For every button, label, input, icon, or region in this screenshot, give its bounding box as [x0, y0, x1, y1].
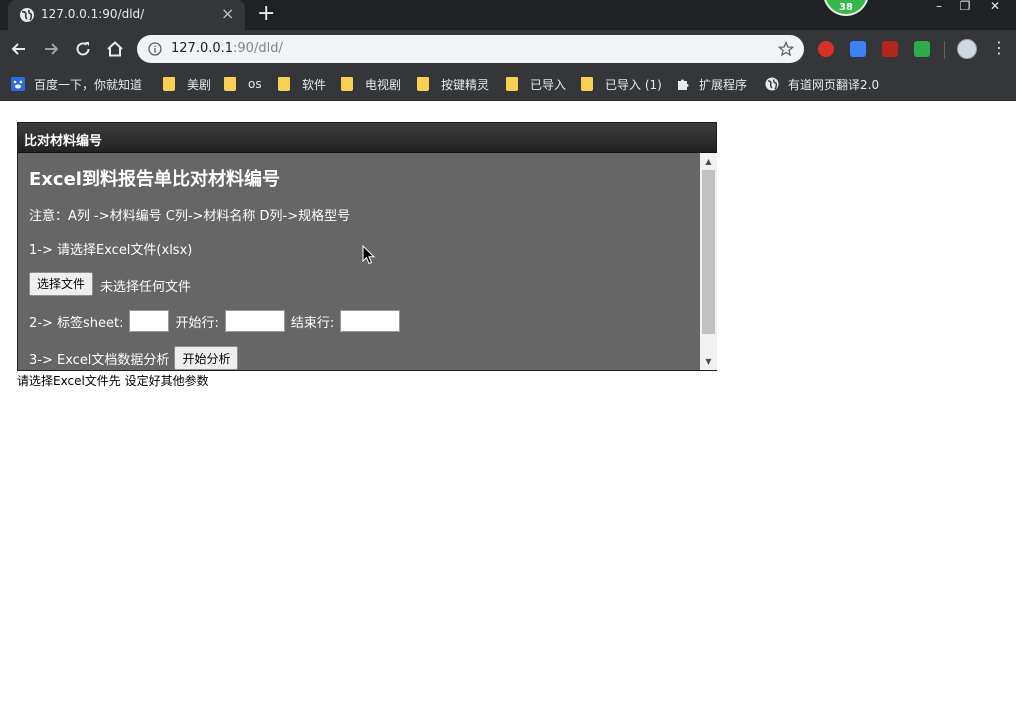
baidu-icon	[11, 77, 25, 91]
k-icon[interactable]	[914, 41, 930, 57]
folder-icon	[417, 77, 429, 91]
end-row-label: 结束行:	[290, 315, 335, 331]
folder-icon	[581, 77, 593, 91]
bookmark-folder[interactable]: 已导入 (1)	[581, 74, 662, 94]
folder-icon	[278, 77, 290, 91]
bookmark-label: os	[248, 77, 262, 91]
puzzle-icon	[678, 79, 689, 90]
forward-arrow-icon[interactable]	[41, 39, 61, 59]
bookmark-label: 美剧	[187, 77, 212, 92]
close-window-button[interactable]: ✕	[980, 0, 1010, 14]
url-text: 127.0.0.1:90/dld/	[171, 41, 283, 56]
step3-label: 3-> Excel文档数据分析	[29, 352, 170, 368]
bookmark-folder[interactable]: 电视剧	[341, 74, 401, 94]
yab-icon[interactable]	[818, 41, 834, 57]
badge-count: 38	[839, 2, 853, 13]
notification-badge[interactable]: 38	[823, 0, 869, 16]
choose-file-button[interactable]: 选择文件	[29, 272, 94, 296]
scroll-thumb[interactable]	[702, 170, 715, 334]
panel-scrollbar[interactable]: ▲ ▼	[700, 153, 717, 370]
mouse-cursor-icon	[362, 245, 376, 265]
bookmark-label: 电视剧	[365, 77, 402, 92]
status-message: 请选择Excel文件先 设定好其他参数	[17, 374, 209, 388]
start-row-input[interactable]	[224, 310, 285, 332]
bookmark-folder[interactable]: 已导入	[506, 74, 566, 94]
browser-toolbar: 127.0.0.1:90/dld/ ⋮	[0, 30, 1016, 68]
url-path: :90/dld/	[233, 41, 283, 56]
bookmark-label: 软件	[302, 77, 327, 92]
folder-icon	[341, 77, 353, 91]
panel-body: Excel到料报告单比对材料编号 注意：A列 ->材料编号 C列->材料名称 D…	[18, 153, 700, 370]
tab-strip: 127.0.0.1:90/dld/ × + 38 – ❐ ✕	[0, 0, 1016, 30]
avatar[interactable]	[957, 39, 977, 59]
globe-icon	[20, 8, 34, 22]
step2-row: 2-> 标签sheet: 开始行: 结束行:	[29, 309, 406, 333]
scroll-up-icon[interactable]: ▲	[700, 153, 717, 170]
bookmark-youdao[interactable]: 有道网页翻译2.0	[765, 74, 879, 94]
home-icon[interactable]	[105, 39, 125, 59]
bookmarks-bar: 百度一下，你就知道 美剧 os 软件 电视剧 按键精灵 已导入 已导入 (1) …	[0, 68, 1016, 101]
reload-icon[interactable]	[73, 39, 93, 59]
new-tab-button[interactable]: +	[257, 2, 275, 26]
sheet-input[interactable]	[129, 310, 170, 332]
bookmark-folder[interactable]: os	[224, 74, 262, 94]
bookmark-label: 百度一下，你就知道	[34, 77, 143, 92]
menu-icon[interactable]: ⋮	[991, 38, 1007, 58]
bookmark-folder[interactable]: 美剧	[163, 74, 211, 94]
start-analysis-button[interactable]: 开始分析	[174, 346, 239, 370]
tab-title: 127.0.0.1:90/dld/	[41, 7, 145, 21]
bookmark-baidu[interactable]: 百度一下，你就知道	[11, 74, 142, 94]
panel-title: 比对材料编号	[18, 123, 716, 153]
folder-icon	[506, 77, 518, 91]
end-row-input[interactable]	[340, 310, 401, 332]
page-heading: Excel到料报告单比对材料编号	[29, 169, 280, 190]
step1-label: 1-> 请选择Excel文件(xlsx)	[29, 243, 193, 258]
toolbar-divider	[944, 41, 945, 59]
star-icon[interactable]	[778, 41, 794, 57]
column-note: 注意：A列 ->材料编号 C列->材料名称 D列->规格型号	[29, 209, 351, 224]
bookmark-extensions[interactable]: 扩展程序	[676, 74, 747, 94]
bookmark-label: 扩展程序	[699, 77, 748, 92]
address-bar[interactable]: 127.0.0.1:90/dld/	[137, 35, 804, 63]
pen-icon[interactable]	[850, 41, 866, 57]
bookmark-label: 有道网页翻译2.0	[788, 77, 880, 92]
start-row-label: 开始行:	[175, 315, 219, 331]
file-status: 未选择任何文件	[100, 280, 192, 295]
bookmark-folder[interactable]: 按键精灵	[417, 74, 489, 94]
globe-icon	[765, 77, 779, 91]
bookmark-label: 已导入	[530, 77, 567, 92]
maximize-button[interactable]: ❐	[950, 0, 980, 14]
folder-icon	[224, 77, 236, 91]
scroll-down-icon[interactable]: ▼	[700, 353, 717, 370]
bookmark-label: 已导入 (1)	[605, 77, 662, 92]
url-host: 127.0.0.1	[171, 41, 234, 56]
browser-tab[interactable]: 127.0.0.1:90/dld/ ×	[8, 0, 245, 30]
folder-icon	[163, 77, 175, 91]
speaker-icon[interactable]	[882, 41, 898, 57]
sheet-label: 2-> 标签sheet:	[29, 315, 124, 331]
bookmark-label: 按键精灵	[441, 77, 490, 92]
info-icon[interactable]	[148, 42, 162, 56]
bookmark-folder[interactable]: 软件	[278, 74, 326, 94]
step3-row: 3-> Excel文档数据分析 开始分析	[29, 346, 239, 370]
close-icon[interactable]: ×	[221, 4, 234, 24]
back-arrow-icon[interactable]	[9, 39, 29, 59]
